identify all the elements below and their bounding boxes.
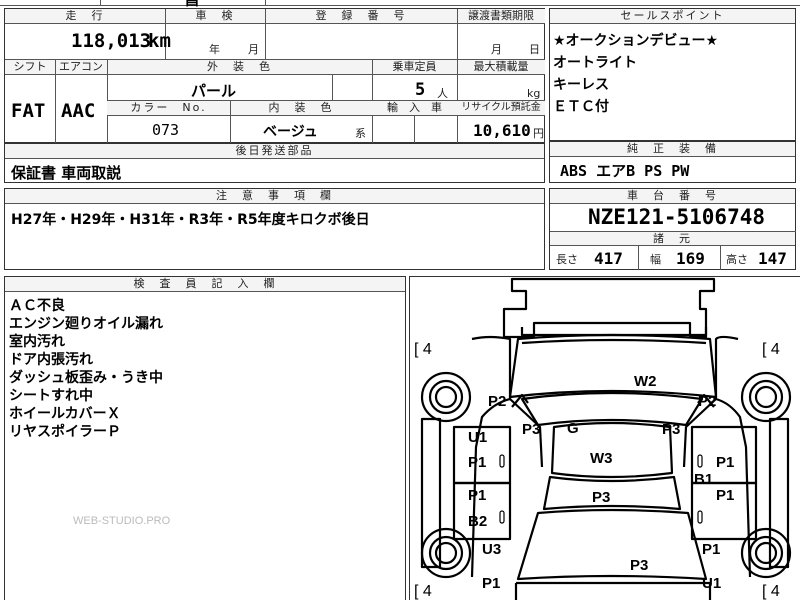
- inspector-line-8: リヤスポイラーＰ: [9, 424, 121, 440]
- transfer-deadline-header: 譲渡書類期限: [457, 9, 545, 24]
- color-no-header: カラー No.: [107, 101, 230, 116]
- dimensions-header: 諸 元: [550, 232, 795, 246]
- tire-label-front-left: [ 4: [414, 341, 432, 358]
- inspector-box: 検 査 員 記 入 欄 ＡＣ不良 エンジン廻りオイル漏れ 室内汚れ ドア内張汚れ…: [4, 276, 406, 600]
- color-no-value: 073: [152, 121, 180, 139]
- damage-mark-p3-rear: P3: [630, 557, 649, 574]
- damage-mark-p1-left-bottom: P1: [482, 575, 501, 592]
- mileage-header: 走 行: [5, 9, 165, 24]
- car-diagram-box: [ 4 [ 4 [ 4 [ 4 W2 P2 P2 U1 P3 G P3 P1 W…: [409, 276, 800, 600]
- dim-length-label: 長さ: [556, 253, 578, 266]
- inspector-line-3: 室内汚れ: [9, 334, 65, 350]
- inspector-line-4: ドア内張汚れ: [9, 352, 93, 368]
- dim-height-value: 147: [758, 249, 787, 268]
- chassis-box: 車 台 番 号 NZE121-5106748 諸 元 長さ 417 幅 169 …: [549, 188, 796, 270]
- vehicle-info-table: 走 行 車 検 登 録 番 号 譲渡書類期限 118,013 km 年 月 月 …: [4, 8, 545, 144]
- sales-point-4: ＥＴＣ付: [553, 99, 609, 115]
- damage-mark-p3-right: P3: [662, 421, 681, 438]
- recycle-header: リサイクル預託金: [457, 101, 545, 116]
- equipment-box: 純 正 装 備 ABS エアB PS PW: [549, 141, 796, 183]
- equipment-header: 純 正 装 備: [550, 142, 795, 157]
- damage-mark-p1-right-lower: P1: [702, 541, 721, 558]
- dim-height-label: 高さ: [726, 253, 748, 266]
- registration-header: 登 録 番 号: [265, 9, 457, 24]
- damage-mark-p1-left-upper: P1: [468, 454, 487, 471]
- damage-mark-u3: U3: [482, 541, 502, 558]
- aircon-value: AAC: [61, 100, 96, 122]
- tire-label-rear-left: [ 4: [414, 583, 432, 600]
- damage-mark-g: G: [567, 420, 579, 437]
- damage-mark-u1-left: U1: [468, 429, 488, 446]
- recycle-value: 10,610: [473, 121, 531, 140]
- sales-point-3: キーレス: [553, 77, 609, 93]
- aircon-header: エアコン: [55, 60, 107, 75]
- chassis-value: NZE121-5106748: [588, 205, 766, 229]
- dim-width-label: 幅: [650, 253, 661, 266]
- max-load-unit: kg: [527, 87, 541, 100]
- exterior-color-header: 外 装 色: [107, 60, 372, 75]
- damage-mark-p1-left-mid: P1: [468, 487, 487, 504]
- tire-label-rear-right: [ 4: [762, 583, 780, 600]
- notes-value: H27年・H29年・H31年・R3年・R5年度キロクボ後日: [11, 212, 370, 228]
- watermark: WEB-STUDIO.PRO: [73, 515, 171, 527]
- shaken-year-label: 年: [209, 43, 222, 56]
- capacity-unit: 人: [437, 87, 448, 100]
- sales-points-header: セールスポイント: [550, 9, 795, 24]
- interior-color-value: ベージュ: [263, 124, 318, 140]
- notes-header: 注 意 事 項 欄: [5, 189, 544, 204]
- damage-mark-p1-right-upper: P1: [716, 454, 735, 471]
- inspector-line-1: ＡＣ不良: [9, 298, 65, 314]
- later-parts-value: 保証書 車両取説: [11, 164, 122, 182]
- damage-mark-p3-center: P3: [592, 489, 611, 506]
- dim-width-value: 169: [676, 249, 705, 268]
- dim-length-value: 417: [594, 249, 623, 268]
- sales-point-1: ★オークションデビュー★: [553, 33, 719, 49]
- damage-mark-u1-right: U1: [702, 575, 722, 592]
- import-header: 輸 入 車: [372, 101, 457, 116]
- inspector-header: 検 査 員 記 入 欄: [5, 277, 405, 292]
- damage-mark-b1: B1: [694, 471, 714, 488]
- shift-value: FAT: [11, 100, 46, 122]
- damage-mark-w3: W3: [590, 450, 613, 467]
- damage-mark-p3-left: P3: [522, 421, 541, 438]
- equipment-value: ABS エアB PS PW: [560, 162, 690, 180]
- damage-mark-w2: W2: [634, 373, 657, 390]
- damage-mark-b2: B2: [468, 513, 488, 530]
- capacity-value: 5: [415, 80, 426, 100]
- sales-points-box: セールスポイント ★オークションデビュー★ オートライト キーレス ＥＴＣ付: [549, 8, 796, 141]
- damage-mark-p2-right: P2: [698, 393, 717, 410]
- later-parts-box: 後日発送部品 保証書 車両取説: [4, 143, 545, 183]
- max-load-header: 最大積載量: [457, 60, 545, 75]
- capacity-header: 乗車定員: [372, 60, 457, 75]
- damage-mark-p1-right-mid: P1: [716, 487, 735, 504]
- mileage-value: 118,013: [71, 30, 152, 52]
- exterior-color-value: パール: [191, 82, 237, 100]
- top-strip: [0, 0, 800, 6]
- shaken-month-label: 月: [248, 43, 261, 56]
- shaken-header: 車 検: [165, 9, 265, 24]
- inspector-line-2: エンジン廻りオイル漏れ: [9, 316, 163, 332]
- inspector-line-5: ダッシュ板歪み・うき中: [9, 370, 163, 386]
- sales-point-2: オートライト: [553, 55, 637, 71]
- shift-header: シフト: [5, 60, 55, 75]
- inspector-line-7: ホイールカバーＸ: [9, 406, 121, 422]
- interior-suffix: 系: [355, 127, 366, 140]
- chassis-header: 車 台 番 号: [550, 189, 795, 204]
- recycle-unit: 円: [533, 127, 544, 140]
- tire-label-front-right: [ 4: [762, 341, 780, 358]
- transfer-month-label: 月: [491, 43, 504, 56]
- inspector-line-6: シートすれ中: [9, 388, 93, 404]
- interior-color-header: 内 装 色: [230, 101, 372, 116]
- damage-mark-p2-left: P2: [488, 393, 507, 410]
- later-parts-header: 後日発送部品: [5, 144, 544, 159]
- notes-box: 注 意 事 項 欄 H27年・H29年・H31年・R3年・R5年度キロクボ後日: [4, 188, 545, 270]
- mileage-unit: km: [148, 30, 171, 52]
- transfer-day-label: 日: [529, 43, 542, 56]
